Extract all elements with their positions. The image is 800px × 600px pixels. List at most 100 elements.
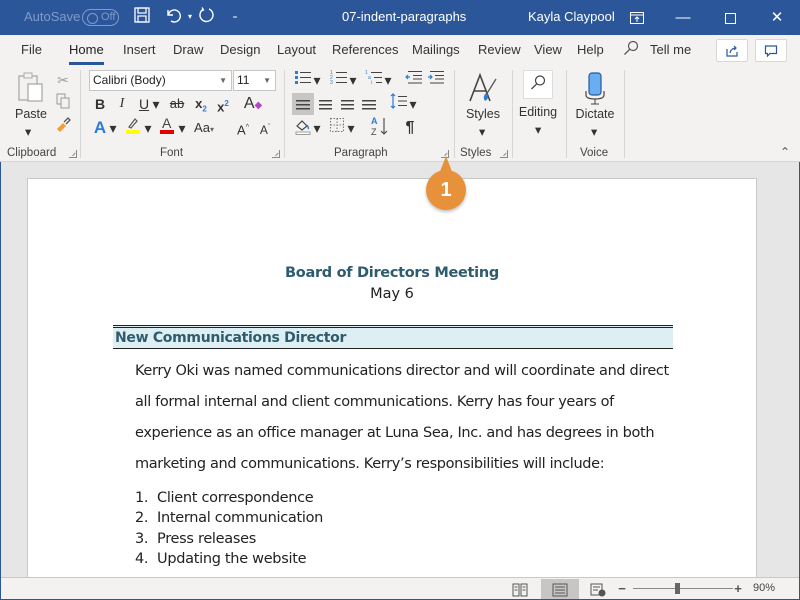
group-divider xyxy=(454,70,455,158)
tab-references[interactable]: References xyxy=(332,42,398,57)
paste-dropdown-icon[interactable]: ▾ xyxy=(25,124,31,139)
bullets-dropdown-icon[interactable]: ▾ xyxy=(312,69,322,91)
font-color-icon[interactable]: A xyxy=(156,115,178,137)
font-group-label: Font xyxy=(160,147,184,159)
line-spacing-dropdown-icon[interactable]: ▾ xyxy=(408,93,418,115)
editing-dropdown-icon[interactable]: ▾ xyxy=(535,122,541,137)
share-button[interactable] xyxy=(716,39,748,62)
line-spacing-icon[interactable] xyxy=(388,93,410,115)
bullets-icon[interactable] xyxy=(292,69,314,91)
subscript-icon[interactable]: x2 xyxy=(190,93,212,115)
minimize-icon[interactable]: — xyxy=(660,0,706,35)
search-icon[interactable] xyxy=(623,40,639,60)
font-size-select[interactable]: 11 ▼ xyxy=(233,70,276,91)
align-right-icon[interactable] xyxy=(336,93,358,115)
shrink-font-icon[interactable]: Aˇ xyxy=(254,117,276,139)
multilevel-list-icon[interactable]: 1ai xyxy=(363,69,385,91)
numbering-dropdown-icon[interactable]: ▾ xyxy=(348,69,358,91)
underline-dropdown-icon[interactable]: ▾ xyxy=(150,93,162,115)
list-item[interactable]: 1. Client correspondence xyxy=(135,488,323,508)
tab-view[interactable]: View xyxy=(534,42,562,57)
ribbon-display-icon[interactable] xyxy=(614,0,660,35)
dictate-button[interactable]: Dictate xyxy=(572,107,618,121)
tab-layout[interactable]: Layout xyxy=(277,42,316,57)
tell-me-input[interactable]: Tell me xyxy=(650,42,691,57)
format-painter-icon[interactable] xyxy=(52,117,74,139)
redo-icon[interactable] xyxy=(195,6,217,28)
styles-icon[interactable] xyxy=(465,71,501,107)
web-layout-icon[interactable] xyxy=(583,579,613,599)
borders-dropdown-icon[interactable]: ▾ xyxy=(346,117,356,139)
show-formatting-icon[interactable]: ¶ xyxy=(399,117,421,139)
decrease-indent-icon[interactable] xyxy=(403,69,425,91)
autosave-toggle[interactable]: Off xyxy=(82,9,119,26)
font-color-dropdown-icon[interactable]: ▾ xyxy=(176,117,188,139)
find-icon[interactable] xyxy=(523,70,553,99)
italic-icon[interactable]: I xyxy=(111,93,133,115)
group-divider xyxy=(284,70,285,158)
increase-indent-icon[interactable] xyxy=(425,69,447,91)
text-effects-dropdown-icon[interactable]: ▾ xyxy=(107,117,119,139)
styles-dropdown-icon[interactable]: ▾ xyxy=(479,124,485,139)
dictate-dropdown-icon[interactable]: ▾ xyxy=(591,124,597,139)
microphone-icon[interactable] xyxy=(580,71,610,107)
paste-icon[interactable] xyxy=(14,71,48,107)
list-item[interactable]: 4. Updating the website xyxy=(135,549,323,569)
user-name[interactable]: Kayla Claypool xyxy=(528,9,615,24)
numbering-icon[interactable]: 123 xyxy=(328,69,350,91)
justify-icon[interactable] xyxy=(358,93,380,115)
align-center-icon[interactable] xyxy=(314,93,336,115)
tab-insert[interactable]: Insert xyxy=(123,42,156,57)
shading-dropdown-icon[interactable]: ▾ xyxy=(312,117,322,139)
styles-launcher-icon[interactable] xyxy=(500,150,508,158)
clipboard-launcher-icon[interactable] xyxy=(69,150,77,158)
tab-file[interactable]: File xyxy=(21,42,42,57)
tab-draw[interactable]: Draw xyxy=(173,42,203,57)
body-paragraph[interactable]: Kerry Oki was named communications direc… xyxy=(135,356,675,480)
copy-icon[interactable] xyxy=(52,93,74,115)
zoom-level[interactable]: 90% xyxy=(753,582,775,594)
editing-button[interactable]: Editing xyxy=(516,105,560,119)
paragraph-line: experience as an office manager at Luna … xyxy=(135,425,655,441)
paste-button[interactable]: Paste xyxy=(14,107,48,121)
font-launcher-icon[interactable] xyxy=(272,150,280,158)
list-item[interactable]: 2. Internal communication xyxy=(135,508,323,528)
highlight-dropdown-icon[interactable]: ▾ xyxy=(142,117,154,139)
collapse-ribbon-icon[interactable]: ⌃ xyxy=(780,145,790,159)
close-icon[interactable]: ✕ xyxy=(754,0,800,35)
document-page[interactable]: Board of Directors Meeting May 6 New Com… xyxy=(27,178,757,577)
shading-icon[interactable] xyxy=(292,117,314,139)
strikethrough-icon[interactable]: ab xyxy=(166,93,188,115)
change-case-button[interactable]: Aa▾ xyxy=(190,117,218,139)
font-name-select[interactable]: Calibri (Body) ▼ xyxy=(89,70,232,91)
list-item[interactable]: 3. Press releases xyxy=(135,529,323,549)
clear-formatting-icon[interactable]: A◆ xyxy=(242,93,264,115)
cut-icon[interactable]: ✂ xyxy=(52,69,74,91)
step-callout-badge: 1 xyxy=(426,156,466,210)
tab-mailings[interactable]: Mailings xyxy=(412,42,460,57)
sort-icon[interactable]: AZ xyxy=(368,115,390,141)
tab-home[interactable]: Home xyxy=(69,42,104,65)
zoom-slider-thumb[interactable] xyxy=(674,583,680,594)
highlight-icon[interactable] xyxy=(122,115,144,137)
read-mode-icon[interactable] xyxy=(505,579,535,599)
tab-help[interactable]: Help xyxy=(577,42,604,57)
customize-qat-icon[interactable]: ₌ xyxy=(224,6,246,28)
superscript-icon[interactable]: x2 xyxy=(212,93,234,115)
bold-icon[interactable]: B xyxy=(89,93,111,115)
zoom-slider[interactable] xyxy=(633,583,733,594)
grow-font-icon[interactable]: A^ xyxy=(232,117,254,139)
save-icon[interactable] xyxy=(131,6,153,28)
align-left-icon[interactable] xyxy=(292,93,314,115)
styles-button[interactable]: Styles xyxy=(462,107,504,121)
borders-icon[interactable] xyxy=(326,117,348,139)
maximize-icon[interactable] xyxy=(707,0,753,35)
zoom-out-icon[interactable]: − xyxy=(615,579,629,599)
multilevel-dropdown-icon[interactable]: ▾ xyxy=(383,69,393,91)
comments-button[interactable] xyxy=(755,39,787,62)
zoom-in-icon[interactable]: + xyxy=(731,579,745,599)
tab-design[interactable]: Design xyxy=(220,42,260,57)
tab-review[interactable]: Review xyxy=(478,42,521,57)
status-bar: − + 90% xyxy=(1,577,799,599)
print-layout-icon[interactable] xyxy=(541,579,579,599)
